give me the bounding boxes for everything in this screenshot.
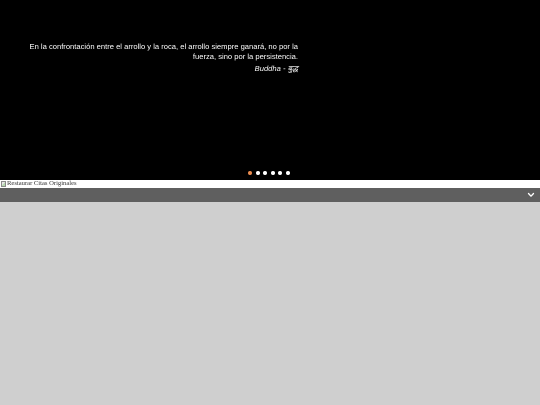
- quote-slider: En la confrontación entre el arrollo y l…: [0, 0, 540, 180]
- collapsible-bar: [0, 188, 540, 202]
- slider-dot-3[interactable]: [263, 171, 267, 175]
- slider-dot-4[interactable]: [270, 171, 275, 175]
- slider-dot-5[interactable]: [278, 171, 282, 175]
- slider-dot-1[interactable]: [248, 171, 252, 175]
- restore-quotes-alt-text: Restaurar Citas Originales: [7, 180, 77, 187]
- restore-quotes-link[interactable]: Restaurar Citas Originales: [0, 180, 540, 188]
- slider-dot-6[interactable]: [285, 171, 290, 175]
- broken-image-icon: [1, 181, 6, 187]
- quote-author: Buddha - बुद्ध: [254, 64, 298, 74]
- quote-block: En la confrontación entre el arrollo y l…: [26, 42, 298, 74]
- slider-pagination: [248, 171, 290, 175]
- quote-text: En la confrontación entre el arrollo y l…: [29, 42, 298, 61]
- slider-dot-2[interactable]: [255, 171, 260, 175]
- chevron-down-icon[interactable]: [526, 190, 536, 200]
